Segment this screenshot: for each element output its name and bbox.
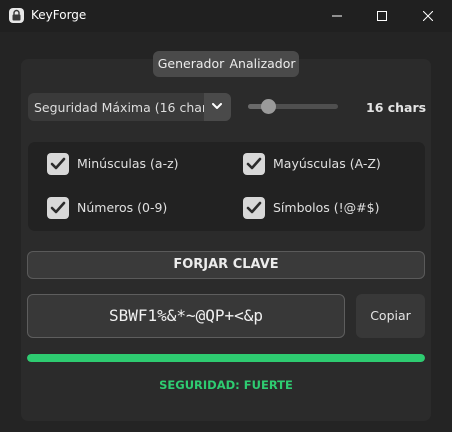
password-output[interactable]: SBWF1%&*~@QP+<&p	[27, 294, 345, 338]
checkbox-uppercase[interactable]	[243, 153, 265, 175]
checkmark-icon	[50, 201, 66, 214]
checkmark-icon	[246, 201, 262, 214]
length-slider[interactable]	[248, 99, 338, 114]
option-label: Mayúsculas (A-Z)	[273, 156, 381, 171]
window-title: KeyForge	[31, 8, 87, 22]
tab-analizador[interactable]: Analizador	[228, 54, 297, 74]
lock-icon	[9, 8, 24, 23]
checkbox-symbols[interactable]	[243, 197, 265, 219]
maximize-icon	[377, 11, 387, 21]
length-value-label: 16 chars	[366, 100, 427, 115]
preset-dropdown-toggle[interactable]	[204, 93, 231, 121]
preset-dropdown-value: Seguridad Máxima (16 chars)	[34, 100, 219, 115]
minimize-button[interactable]	[314, 0, 360, 32]
character-options: Minúsculas (a-z) Mayúsculas (A-Z) Número…	[28, 142, 425, 231]
option-label: Números (0-9)	[77, 200, 168, 215]
strength-label: SEGURIDAD: FUERTE	[159, 378, 293, 392]
minimize-icon	[332, 15, 342, 17]
chevron-down-icon	[212, 103, 222, 109]
option-label: Minúsculas (a-z)	[77, 156, 179, 171]
option-label: Símbolos (!@#$)	[273, 200, 380, 215]
strength-bar	[27, 354, 425, 362]
copy-button[interactable]: Copiar	[356, 294, 425, 338]
length-slider-thumb[interactable]	[261, 99, 276, 114]
strength-bar-fill	[27, 354, 425, 362]
checkmark-icon	[246, 157, 262, 170]
close-button[interactable]	[405, 0, 451, 32]
tab-switcher: Generador Analizador	[153, 51, 299, 77]
checkbox-lowercase[interactable]	[47, 153, 69, 175]
close-icon	[423, 11, 433, 21]
checkmark-icon	[50, 157, 66, 170]
maximize-button[interactable]	[359, 0, 405, 32]
tab-generador[interactable]: Generador	[156, 54, 226, 74]
forge-button[interactable]: FORJAR CLAVE	[27, 251, 425, 279]
title-bar: KeyForge	[0, 0, 452, 32]
preset-dropdown[interactable]: Seguridad Máxima (16 chars)	[28, 93, 231, 121]
checkbox-numbers[interactable]	[47, 197, 69, 219]
